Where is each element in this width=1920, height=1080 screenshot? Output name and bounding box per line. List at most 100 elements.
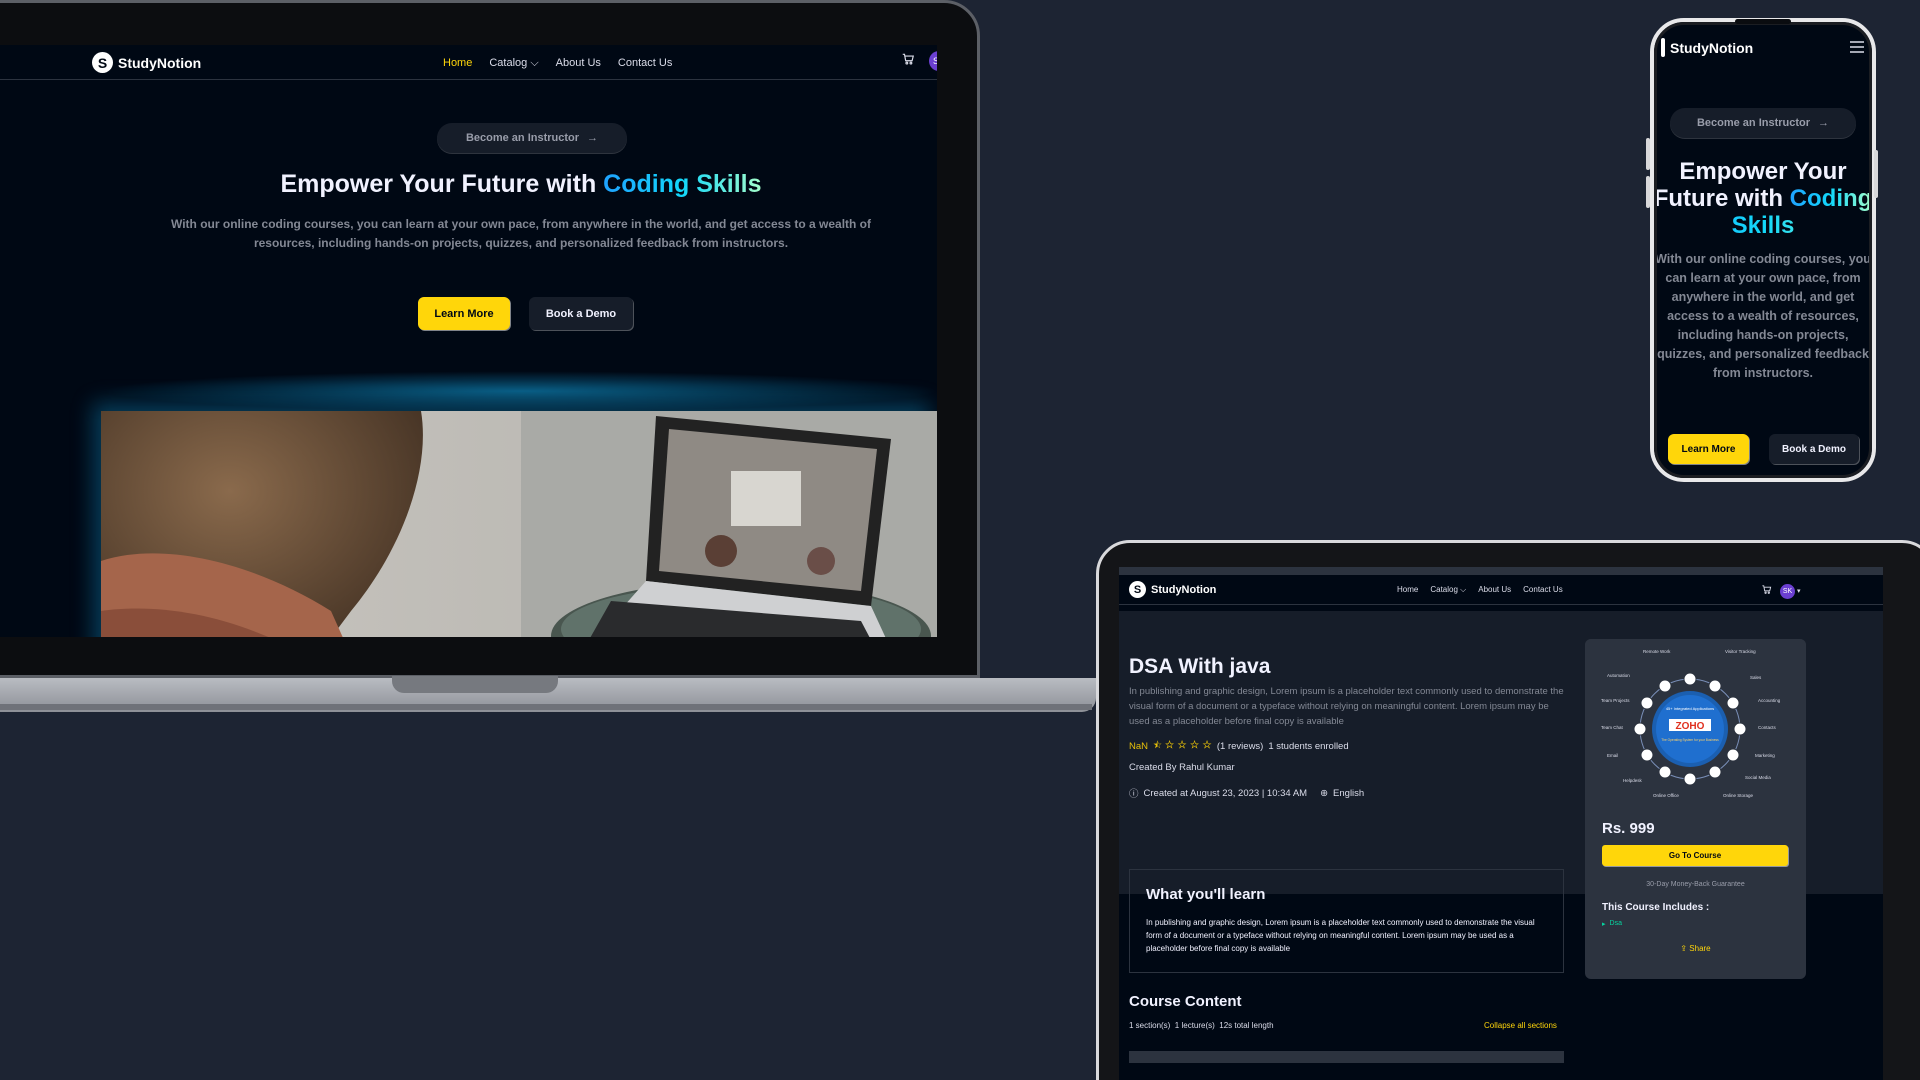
- learn-more-button[interactable]: Learn More: [418, 297, 510, 330]
- svg-text:Remote Work: Remote Work: [1643, 649, 1671, 654]
- tablet-nav-links: Home Catalog ⌵ About Us Contact Us: [1397, 585, 1563, 595]
- phone-volume-up: [1646, 138, 1650, 170]
- chevron-down-icon: ⌵: [530, 57, 539, 69]
- nav-home[interactable]: Home: [443, 57, 472, 70]
- tablet-browser-strip: [1119, 567, 1883, 575]
- tablet-chevron-down-icon: ⌵: [1460, 585, 1467, 594]
- learn-heading: What you'll learn: [1146, 886, 1266, 903]
- tablet-cart-icon[interactable]: [1761, 582, 1772, 600]
- svg-text:Visitor Tracking: Visitor Tracking: [1725, 649, 1756, 654]
- share-button[interactable]: ⇪ Share: [1585, 944, 1806, 953]
- video-glow: [101, 371, 937, 411]
- svg-text:Social Media: Social Media: [1745, 775, 1771, 780]
- tablet-brand-logo[interactable]: S StudyNotion: [1129, 581, 1216, 598]
- star-icon: ☆: [1164, 740, 1175, 751]
- phone-hero-subtitle: With our online coding courses, you can …: [1655, 252, 1871, 380]
- phone-hero-line2: Future with Coding: [1653, 185, 1873, 212]
- course-price: Rs. 999: [1602, 820, 1655, 837]
- star-icon: ☆: [1202, 740, 1212, 751]
- nav-catalog[interactable]: Catalog ⌵: [489, 57, 538, 70]
- rating-stars: ⯪ ☆ ☆ ☆ ☆: [1153, 738, 1212, 754]
- tablet-nav-contact[interactable]: Contact Us: [1523, 585, 1563, 595]
- hero-title-highlight: Coding Skills: [603, 170, 762, 198]
- become-instructor-pill[interactable]: Become an Instructor →: [437, 123, 627, 153]
- star-icon: ☆: [1189, 740, 1200, 751]
- navbar: S StudyNotion Home Catalog ⌵ About Us Co…: [0, 45, 937, 80]
- go-to-course-button[interactable]: Go To Course: [1602, 845, 1788, 866]
- phone-brand-logo[interactable]: S StudyNotion: [1661, 38, 1753, 57]
- cart-icon[interactable]: [901, 52, 915, 71]
- tablet-nav-about[interactable]: About Us: [1478, 585, 1511, 595]
- thumbnail-tagline: The Operating System for your Business: [1661, 738, 1719, 742]
- phone-learn-more-button[interactable]: Learn More: [1668, 434, 1749, 464]
- hamburger-icon[interactable]: [1850, 40, 1864, 58]
- tablet-nav-catalog-label: Catalog: [1430, 585, 1458, 594]
- includes-item: ▸ Dsa: [1602, 920, 1622, 928]
- course-card: ZOHO 45+ Integrated Applications The Ope…: [1585, 639, 1806, 979]
- phone-become-instructor-pill[interactable]: Become an Instructor →: [1670, 108, 1856, 138]
- star-icon: ⯪: [1153, 740, 1163, 751]
- info-icon: ⓘ: [1129, 789, 1139, 800]
- brand-name: StudyNotion: [118, 54, 202, 71]
- phone-arrow-right-icon: →: [1818, 117, 1830, 129]
- hero-title: Empower Your Future with Coding Skills: [91, 170, 937, 199]
- phone-hero-line2-highlight: Coding: [1789, 185, 1873, 212]
- tablet-navbar: S StudyNotion Home Catalog ⌵ About Us Co…: [1119, 575, 1883, 605]
- course-content-heading: Course Content: [1129, 993, 1242, 1010]
- course-thumbnail: ZOHO 45+ Integrated Applications The Ope…: [1585, 639, 1806, 817]
- tablet-device: S StudyNotion Home Catalog ⌵ About Us Co…: [1096, 540, 1920, 1080]
- phone-hero-line1: Empower Your: [1679, 158, 1847, 185]
- hero-video[interactable]: [101, 411, 937, 637]
- language: English: [1333, 787, 1365, 799]
- reviews-count: (1 reviews): [1216, 740, 1264, 752]
- share-label: Share: [1689, 944, 1711, 953]
- nav-contact[interactable]: Contact Us: [618, 57, 672, 70]
- course-title: DSA With java: [1129, 655, 1271, 678]
- tablet-avatar[interactable]: SK: [1780, 583, 1795, 599]
- svg-text:Online Storage: Online Storage: [1723, 793, 1754, 798]
- phone-hero-line2-plain: Future with: [1653, 185, 1790, 212]
- course-description: In publishing and graphic design, Lorem …: [1129, 686, 1564, 727]
- svg-text:Automation: Automation: [1607, 673, 1630, 678]
- star-icon: ☆: [1177, 740, 1187, 751]
- nav-catalog-label: Catalog: [489, 57, 528, 69]
- laptop-notch: [392, 676, 558, 693]
- svg-text:Team Projects: Team Projects: [1601, 698, 1630, 703]
- course-content-meta: 1 section(s) 1 lecture(s) 12s total leng…: [1129, 1021, 1274, 1030]
- svg-text:Online Office: Online Office: [1653, 793, 1679, 798]
- tablet-logo-icon: S: [1129, 581, 1146, 598]
- enrolled-count: 1 students enrolled: [1268, 740, 1349, 752]
- thumbnail-title: 45+ Integrated Applications: [1666, 706, 1714, 711]
- avatar[interactable]: SK: [929, 51, 937, 71]
- tablet-nav-home[interactable]: Home: [1397, 585, 1418, 595]
- book-demo-button[interactable]: Book a Demo: [529, 297, 633, 330]
- brand-logo[interactable]: S StudyNotion: [92, 52, 201, 73]
- share-icon: ⇪: [1680, 944, 1688, 953]
- thumbnail-brand: ZOHO: [1676, 721, 1705, 732]
- includes-heading: This Course Includes :: [1602, 902, 1710, 913]
- logo-icon: S: [92, 52, 113, 73]
- includes-item-label: Dsa: [1609, 920, 1622, 927]
- svg-text:Accounting: Accounting: [1758, 698, 1781, 703]
- caret-right-icon: ▸: [1602, 921, 1606, 928]
- tablet-avatar-caret-icon[interactable]: ▾: [1797, 587, 1801, 595]
- arrow-right-icon: →: [587, 132, 599, 144]
- thumbnail-graphic: ZOHO 45+ Integrated Applications The Ope…: [1601, 649, 1781, 798]
- laptop-screen: S StudyNotion Home Catalog ⌵ About Us Co…: [0, 45, 937, 637]
- tablet-nav-catalog[interactable]: Catalog ⌵: [1430, 585, 1466, 595]
- phone-book-demo-button[interactable]: Book a Demo: [1769, 434, 1859, 464]
- collapse-all-sections[interactable]: Collapse all sections: [1484, 1021, 1557, 1030]
- course-section-row[interactable]: [1129, 1051, 1564, 1063]
- phone-volume-down: [1646, 176, 1650, 208]
- phone-logo-icon: S: [1661, 38, 1665, 57]
- laptop-device: S StudyNotion Home Catalog ⌵ About Us Co…: [0, 0, 980, 678]
- phone-power-button: [1874, 150, 1878, 198]
- hero-subtitle: With our online coding courses, you can …: [170, 217, 872, 250]
- svg-text:Helpdesk: Helpdesk: [1623, 778, 1643, 783]
- what-youll-learn: What you'll learn In publishing and grap…: [1129, 869, 1564, 973]
- tablet-screen: S StudyNotion Home Catalog ⌵ About Us Co…: [1119, 575, 1883, 1080]
- svg-text:Contacts: Contacts: [1758, 725, 1777, 730]
- nav-about[interactable]: About Us: [556, 57, 601, 70]
- svg-text:Marketing: Marketing: [1755, 753, 1775, 758]
- phone-pill-label: Become an Instructor: [1696, 117, 1811, 129]
